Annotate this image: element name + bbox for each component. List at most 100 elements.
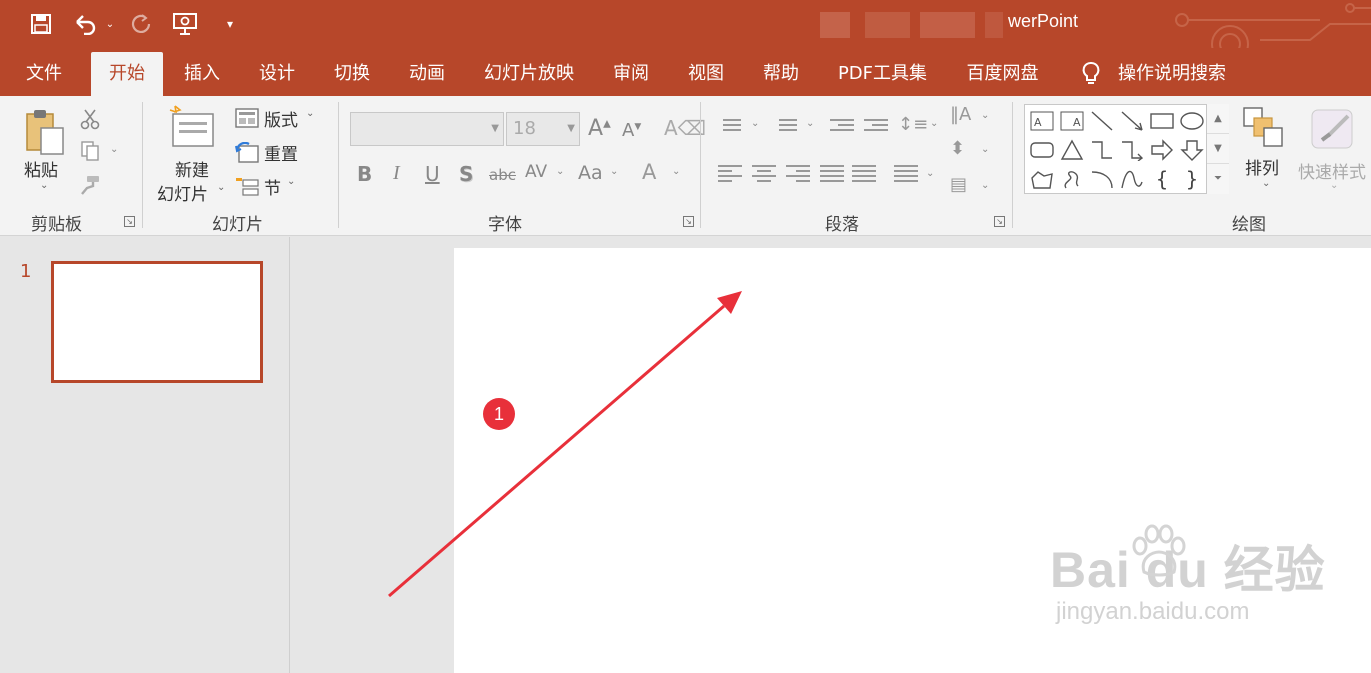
arc-shape-icon[interactable] [1087,165,1117,193]
drawing-group-label: 绘图 [1232,215,1266,235]
customize-qat-icon[interactable]: ▾ [222,8,238,40]
copy-icon[interactable] [77,138,103,164]
copy-dropdown-icon[interactable]: ⌄ [110,144,118,155]
tab-home[interactable]: 开始 [91,52,163,96]
chevron-down-icon[interactable]: ⌄ [930,118,938,129]
reset-label: 重置 [264,145,298,165]
lightbulb-icon[interactable] [1078,52,1104,96]
elbow-arrow-shape-icon[interactable] [1117,136,1147,164]
numbering-icon[interactable] [773,116,797,138]
reset-icon [235,142,259,163]
chevron-down-icon[interactable]: ⌄ [672,166,680,177]
undo-dropdown-icon[interactable]: ⌄ [103,8,117,40]
decrease-font-icon[interactable]: A▼ [622,120,641,141]
redo-icon[interactable] [127,8,155,40]
paragraph-launcher-icon[interactable]: ↘ [994,216,1005,227]
shape-gallery: A A { } [1024,104,1229,194]
start-presentation-icon[interactable] [170,8,200,40]
save-icon[interactable] [26,8,56,40]
font-launcher-icon[interactable]: ↘ [683,216,694,227]
right-arrow-shape-icon[interactable] [1147,136,1177,164]
line-spacing-icon[interactable]: ↕≡ [898,114,928,135]
increase-indent-icon[interactable] [864,116,888,138]
chevron-down-icon[interactable]: ⌄ [981,180,989,191]
tab-transitions[interactable]: 切换 [322,52,382,96]
character-spacing-button[interactable]: AV [525,162,547,182]
align-center-icon[interactable] [752,162,776,184]
distributed-icon[interactable] [852,162,876,184]
tab-view[interactable]: 视图 [676,52,736,96]
decrease-indent-icon[interactable] [830,116,854,138]
arrow-line-shape-icon[interactable] [1117,107,1147,135]
columns-icon[interactable] [894,162,918,184]
slide-thumbnail[interactable] [51,261,263,383]
right-brace-shape-icon[interactable]: } [1177,165,1207,193]
tab-slideshow[interactable]: 幻灯片放映 [474,52,584,96]
clipboard-launcher-icon[interactable]: ↘ [124,216,135,227]
textbox-shape-icon[interactable]: A [1027,107,1057,135]
text-direction-icon[interactable]: ‖A [950,104,971,125]
bold-button[interactable]: B [357,162,372,186]
italic-button[interactable]: I [393,162,400,185]
rounded-rect-shape-icon[interactable] [1027,136,1057,164]
vertical-textbox-shape-icon[interactable]: A [1057,107,1087,135]
tab-design[interactable]: 设计 [247,52,307,96]
tell-me-search[interactable]: 操作说明搜索 [1112,52,1232,96]
gallery-down-icon[interactable]: ▼ [1207,134,1229,164]
change-case-button[interactable]: Aa [578,162,603,184]
scribble-shape-icon[interactable] [1057,165,1087,193]
strikethrough-button[interactable]: abc [489,166,516,184]
curve-shape-icon[interactable] [1117,165,1147,193]
quick-styles-dropdown-icon: ⌄ [1330,180,1339,191]
justify-icon[interactable] [820,162,844,184]
text-shadow-button[interactable]: S [459,162,473,186]
chevron-down-icon[interactable]: ⌄ [751,118,759,129]
left-brace-shape-icon[interactable]: { [1147,165,1177,193]
format-painter-icon[interactable] [77,172,103,198]
section-button[interactable]: 节 ⌄ [235,174,315,200]
chevron-down-icon[interactable]: ⌄ [981,144,989,155]
undo-icon[interactable] [70,8,100,40]
layout-button[interactable]: 版式 ⌄ [235,106,325,132]
align-right-icon[interactable] [786,162,810,184]
freeform-shape-icon[interactable] [1027,165,1057,193]
bullets-icon[interactable] [717,116,741,138]
chevron-down-icon[interactable]: ⌄ [806,118,814,129]
down-arrow-shape-icon[interactable] [1177,136,1207,164]
increase-font-icon[interactable]: A▲ [588,116,611,141]
tab-animations[interactable]: 动画 [397,52,457,96]
tab-insert[interactable]: 插入 [172,52,232,96]
font-name-combo[interactable]: ▼ [350,112,504,146]
font-color-button[interactable]: A [642,160,656,184]
line-shape-icon[interactable] [1087,107,1117,135]
gallery-more-icon[interactable]: ⏷ [1207,164,1229,194]
reset-button[interactable]: 重置 [235,140,315,166]
gallery-up-icon[interactable]: ▲ [1207,104,1229,134]
tab-file[interactable]: 文件 [14,52,74,96]
triangle-shape-icon[interactable] [1057,136,1087,164]
new-slide-button[interactable]: 新建 幻灯片 ⌄ [155,102,231,206]
chevron-down-icon[interactable]: ⌄ [981,110,989,121]
elbow-connector-shape-icon[interactable] [1087,136,1117,164]
chevron-down-icon[interactable]: ⌄ [926,168,934,179]
gallery-scrollbar[interactable]: ▲ ▼ ⏷ [1206,104,1229,194]
group-separator [1012,102,1013,228]
cut-icon[interactable] [77,106,103,132]
tab-review[interactable]: 审阅 [601,52,661,96]
arrange-button[interactable]: 排列 ⌄ [1238,104,1292,204]
chevron-down-icon[interactable]: ⌄ [610,166,618,177]
tab-help[interactable]: 帮助 [751,52,811,96]
underline-button[interactable]: U [425,162,440,186]
convert-smartart-icon[interactable]: ▤ [950,174,967,195]
paste-button[interactable]: 粘贴 ⌄ [18,104,70,198]
chevron-down-icon[interactable]: ⌄ [556,166,564,177]
oval-shape-icon[interactable] [1177,107,1207,135]
align-left-icon[interactable] [718,162,742,184]
annotation-badge: 1 [483,398,515,430]
font-size-combo[interactable]: 18 ▼ [506,112,580,146]
quick-styles-button[interactable]: 快速样式 ⌄ [1296,104,1371,204]
tab-pdf-tools[interactable]: PDF工具集 [830,52,935,96]
align-text-icon[interactable]: ⬍ [950,138,965,159]
rectangle-shape-icon[interactable] [1147,107,1177,135]
tab-baidu-netdisk[interactable]: 百度网盘 [955,52,1050,96]
